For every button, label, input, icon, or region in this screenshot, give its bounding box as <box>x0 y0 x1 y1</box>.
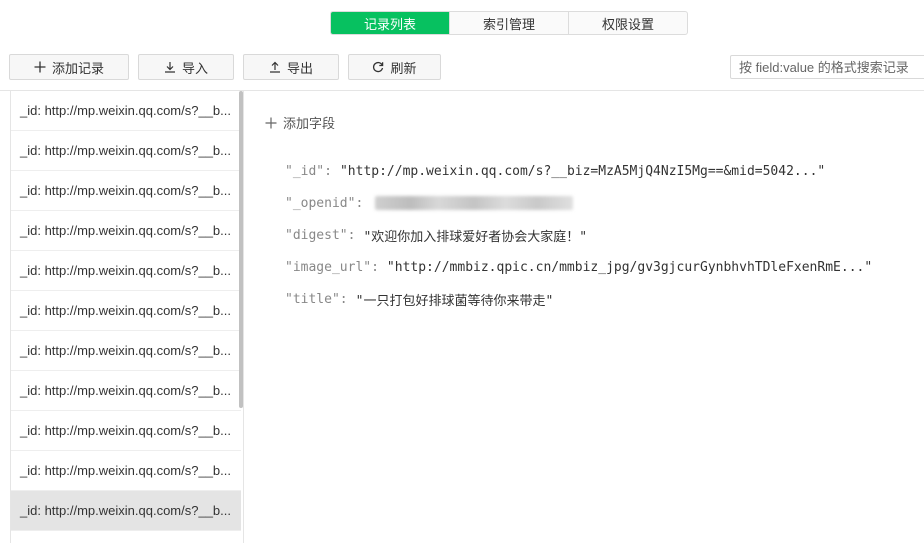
record-detail: 添加字段 "_id": "http://mp.weixin.qq.com/s?_… <box>245 91 924 543</box>
view-tabs: 记录列表 索引管理 权限设置 <box>330 11 688 35</box>
field-value: "欢迎你加入排球爱好者协会大家庭！" <box>363 229 588 245</box>
search-input[interactable] <box>730 55 924 79</box>
list-item[interactable]: _id: http://mp.weixin.qq.com/s?__b... <box>11 371 241 411</box>
export-button[interactable]: 导出 <box>243 54 339 80</box>
add-field-label: 添加字段 <box>283 116 336 131</box>
list-item-selected[interactable]: _id: http://mp.weixin.qq.com/s?__b... <box>11 491 241 531</box>
list-item[interactable]: _id: http://mp.weixin.qq.com/s?__b... <box>11 411 241 451</box>
field-key: "digest": <box>285 227 356 243</box>
list-item[interactable]: _id: http://mp.weixin.qq.com/s?__b... <box>11 451 241 491</box>
add-field-button[interactable]: 添加字段 <box>265 113 335 132</box>
list-item[interactable]: _id: http://mp.weixin.qq.com/s?__b... <box>11 91 241 131</box>
redacted-value <box>375 196 574 210</box>
field-key: "image_url": <box>285 259 379 275</box>
list-item[interactable]: _id: http://mp.weixin.qq.com/s?__b... <box>11 251 241 291</box>
field-row[interactable]: "digest": "欢迎你加入排球爱好者协会大家庭！" <box>285 219 872 251</box>
field-value: "http://mmbiz.qpic.cn/mmbiz_jpg/gv3gjcur… <box>386 259 873 275</box>
record-list: _id: http://mp.weixin.qq.com/s?__b... _i… <box>10 91 244 543</box>
tab-permissions[interactable]: 权限设置 <box>569 12 687 34</box>
field-key: "_id": <box>285 163 332 179</box>
refresh-button[interactable]: 刷新 <box>348 54 441 80</box>
list-item[interactable]: _id: http://mp.weixin.qq.com/s?__b... <box>11 131 241 171</box>
field-row[interactable]: "_id": "http://mp.weixin.qq.com/s?__biz=… <box>285 155 872 187</box>
download-icon <box>164 62 175 73</box>
export-label: 导出 <box>286 60 313 76</box>
upload-icon <box>269 61 280 73</box>
toolbar: 添加记录 导入 导出 刷新 <box>9 54 924 80</box>
add-record-label: 添加记录 <box>51 60 104 76</box>
field-key: "title": <box>285 291 348 307</box>
plus-icon <box>265 117 277 128</box>
field-key: "_openid": <box>285 195 364 211</box>
list-scrollbar[interactable] <box>239 91 243 408</box>
field-list: "_id": "http://mp.weixin.qq.com/s?__biz=… <box>285 155 872 315</box>
field-row[interactable]: "image_url": "http://mmbiz.qpic.cn/mmbiz… <box>285 251 872 283</box>
list-item[interactable]: _id: http://mp.weixin.qq.com/s?__b... <box>11 211 241 251</box>
import-button[interactable]: 导入 <box>138 54 234 80</box>
list-item[interactable]: _id: http://mp.weixin.qq.com/s?__b... <box>11 331 241 371</box>
tab-indexes[interactable]: 索引管理 <box>450 12 569 34</box>
field-row[interactable]: "_openid": <box>285 187 872 219</box>
plus-icon <box>34 61 46 73</box>
import-label: 导入 <box>181 60 208 76</box>
refresh-icon <box>373 61 384 73</box>
add-record-button[interactable]: 添加记录 <box>9 54 129 80</box>
tab-records[interactable]: 记录列表 <box>331 12 450 34</box>
field-row[interactable]: "title": "一只打包好排球菌等待你来带走" <box>285 283 872 315</box>
list-item[interactable]: _id: http://mp.weixin.qq.com/s?__b... <box>11 291 241 331</box>
field-value: "http://mp.weixin.qq.com/s?__biz=MzA5MjQ… <box>339 163 826 179</box>
refresh-label: 刷新 <box>390 60 417 76</box>
list-item[interactable]: _id: http://mp.weixin.qq.com/s?__b... <box>11 171 241 211</box>
field-value: "一只打包好排球菌等待你来带走" <box>355 293 554 309</box>
